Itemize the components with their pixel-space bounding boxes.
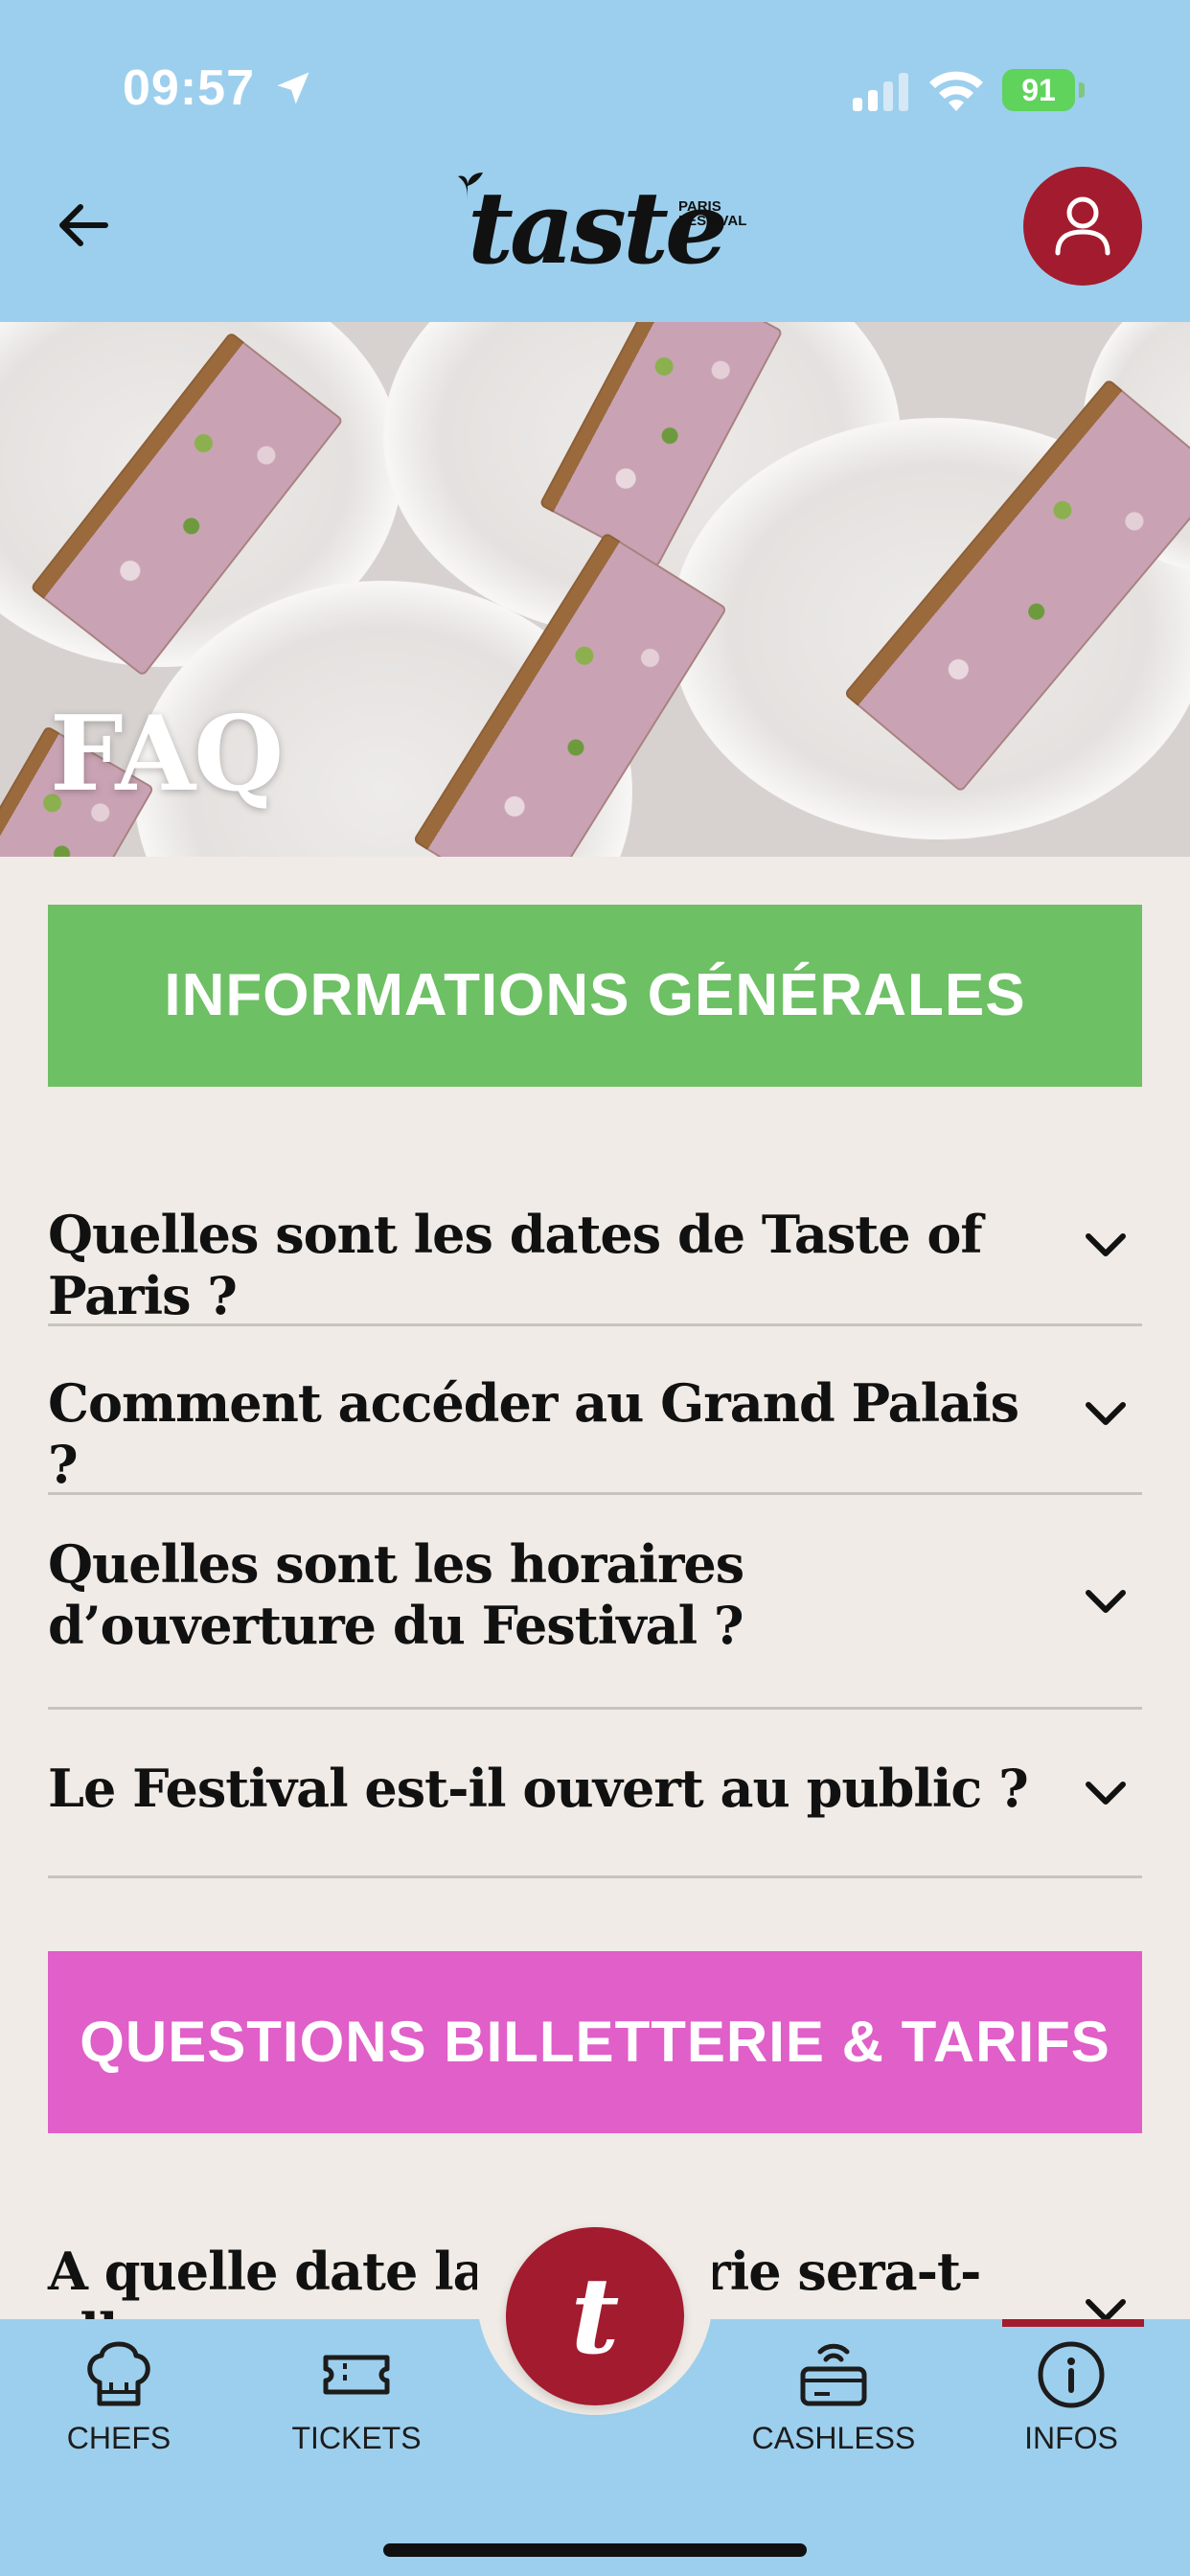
location-arrow-icon xyxy=(277,72,309,104)
info-icon xyxy=(1038,2341,1105,2408)
nav-label: INFOS xyxy=(1024,2421,1118,2455)
faq-question: Comment accéder au Grand Palais ? xyxy=(48,1372,1019,1495)
active-tab-indicator xyxy=(1002,2319,1144,2327)
home-indicator xyxy=(383,2543,807,2557)
battery-indicator: 91 xyxy=(1002,69,1085,111)
chevron-down-icon[interactable] xyxy=(1083,1587,1129,1616)
ticket-icon xyxy=(323,2355,390,2395)
battery-level: 91 xyxy=(1002,69,1075,111)
nav-item-cashless[interactable]: CASHLESS xyxy=(738,2334,929,2469)
faq-question: Quelles sont les dates de Taste of Paris… xyxy=(48,1204,983,1326)
cellular-signal-icon xyxy=(853,73,908,111)
battery-cap xyxy=(1079,82,1085,98)
chef-hat-icon xyxy=(87,2341,150,2406)
nav-label: TICKETS xyxy=(291,2421,422,2455)
wifi-icon xyxy=(929,71,983,111)
faq-question: Le Festival est-il ouvert au public ? xyxy=(48,1758,1029,1819)
nav-item-tickets[interactable]: TICKETS xyxy=(261,2334,452,2469)
card-wireless-icon xyxy=(800,2343,867,2406)
home-logo: t xyxy=(570,2254,620,2378)
section-banner-general[interactable]: INFORMATIONS GÉNÉRALES xyxy=(48,905,1142,1087)
taste-logo: taste PARIS FESTIVAL xyxy=(441,153,757,297)
faq-item[interactable]: Le Festival est-il ouvert au public ? xyxy=(48,1710,1142,1878)
faq-item[interactable]: Quelles sont les dates de Taste of Paris… xyxy=(48,1150,1142,1326)
home-button[interactable]: t xyxy=(506,2227,684,2405)
chevron-down-icon[interactable] xyxy=(1083,1779,1129,1807)
user-icon xyxy=(1055,196,1110,256)
section-banner-ticketing[interactable]: QUESTIONS BILLETTERIE & TARIFS xyxy=(48,1951,1142,2133)
nav-item-chefs[interactable]: CHEFS xyxy=(23,2334,215,2469)
nav-label: CHEFS xyxy=(66,2421,172,2455)
chevron-down-icon[interactable] xyxy=(1083,1399,1129,1428)
arrow-left-icon[interactable] xyxy=(50,192,117,259)
chevron-down-icon[interactable] xyxy=(1083,1230,1129,1259)
nav-label: CASHLESS xyxy=(751,2421,916,2455)
page-title: FAQ xyxy=(50,694,284,815)
faq-item[interactable]: Comment accéder au Grand Palais ? xyxy=(48,1326,1142,1495)
faq-item[interactable]: Quelles sont les horaires d’ouverture du… xyxy=(48,1495,1142,1710)
profile-button[interactable] xyxy=(1023,167,1142,286)
faq-question: Quelles sont les horaires d’ouverture du… xyxy=(48,1533,744,1656)
logo-subtitle: PARIS FESTIVAL xyxy=(678,198,747,229)
status-time: 09:57 xyxy=(123,60,255,116)
nav-item-infos[interactable]: INFOS xyxy=(975,2334,1167,2469)
